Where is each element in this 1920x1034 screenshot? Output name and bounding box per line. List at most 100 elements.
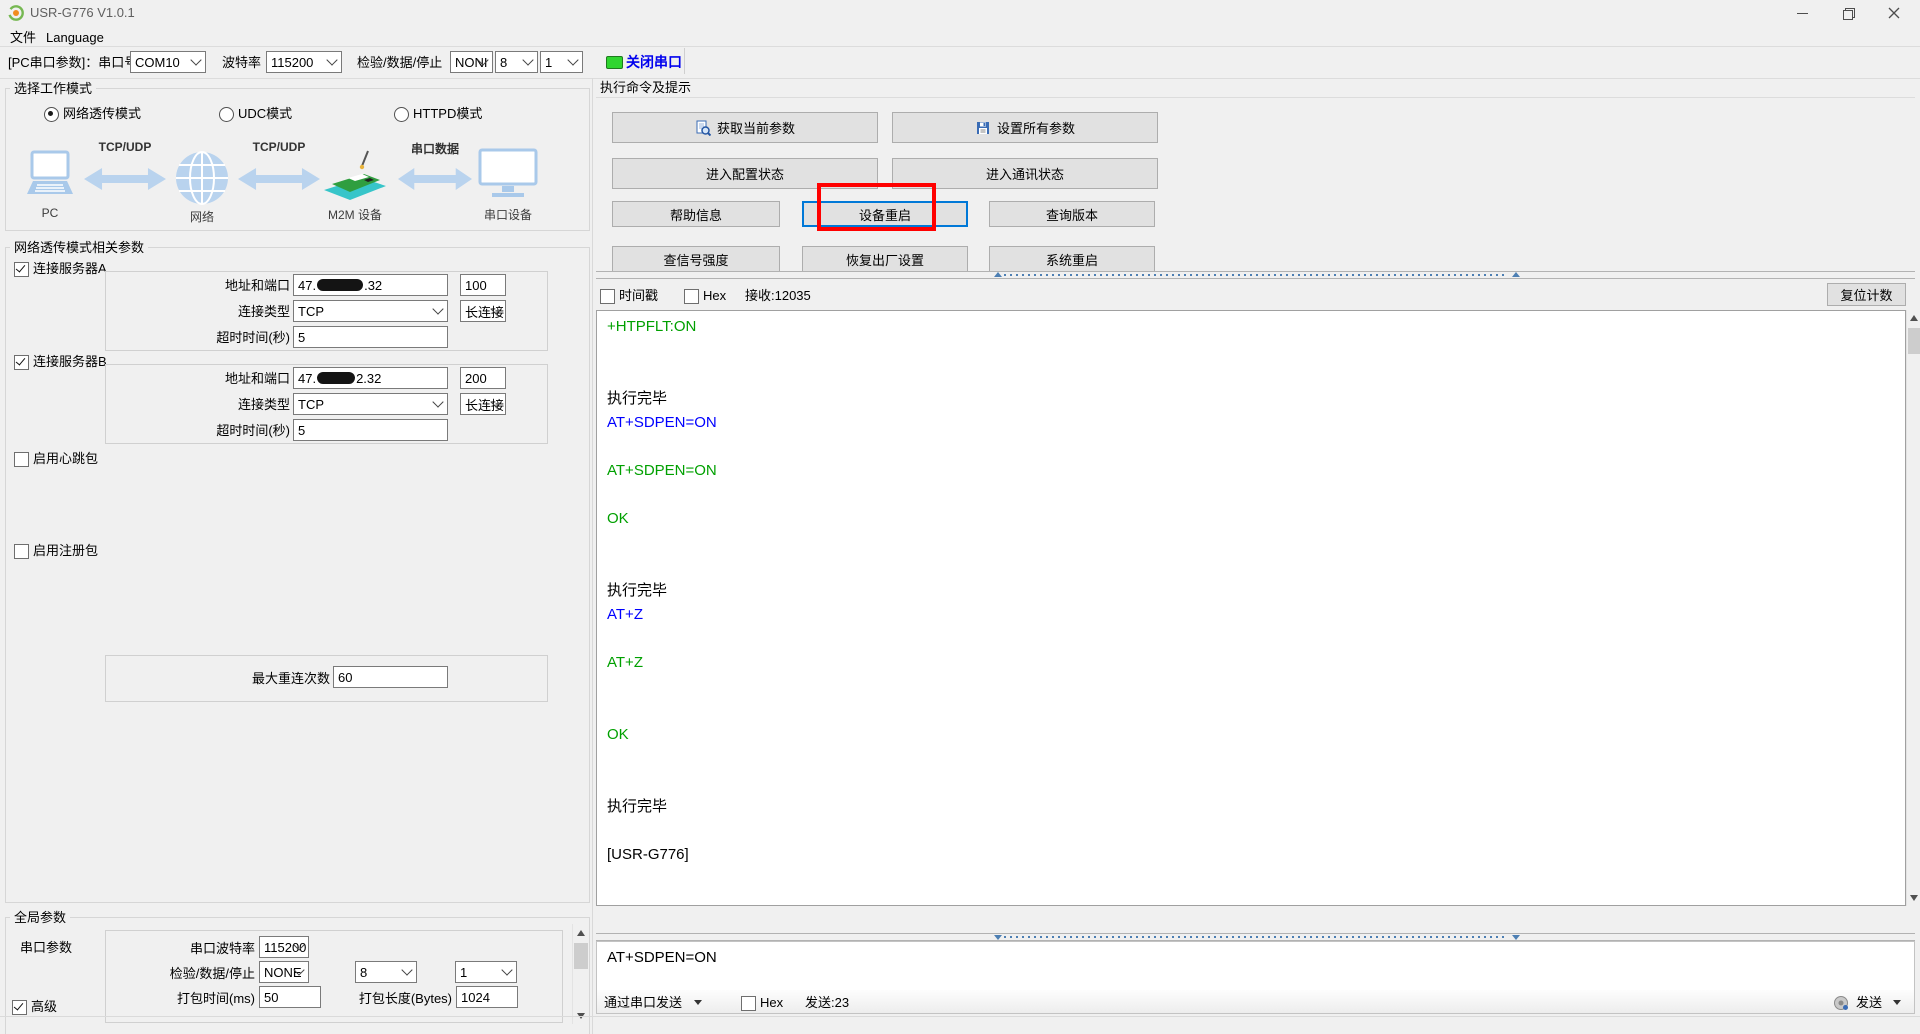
left-scrollbar[interactable] [572,924,589,1024]
server-a-port-input[interactable]: 100 [460,274,506,296]
heartbeat-label[interactable]: 启用心跳包 [33,451,98,467]
send-button[interactable]: 发送 [1856,995,1882,1011]
register-label[interactable]: 启用注册包 [33,543,98,559]
server-b-type-select[interactable]: TCP [293,393,448,415]
menu-language[interactable]: Language [46,30,104,46]
server-a-label[interactable]: 连接服务器A [33,261,107,277]
transparent-mode-label[interactable]: 网络透传模式 [63,106,141,122]
help-button[interactable]: 帮助信息 [612,201,780,227]
server-a-checkbox[interactable] [14,262,29,277]
query-signal-button[interactable]: 查信号强度 [612,246,780,272]
radio-udc-mode[interactable] [219,107,234,122]
packlen-input[interactable]: 1024 [456,986,518,1008]
send-via-dropdown[interactable]: 通过串口发送 [604,995,682,1011]
log-line [607,771,1901,795]
global-params-title: 全局参数 [10,910,70,926]
global-stopbits-select[interactable]: 1 [455,961,517,983]
radio-transparent-mode[interactable] [44,107,59,122]
server-a-type-select[interactable]: TCP [293,300,448,322]
splitter-collapse-icon[interactable] [994,272,1002,277]
arrow-down-icon [1910,895,1918,901]
sent-count: 发送:23 [805,995,849,1011]
scroll-up-button[interactable] [1907,310,1920,326]
query-version-button[interactable]: 查询版本 [989,201,1155,227]
server-a-type-label: 连接类型 [160,304,290,320]
register-checkbox[interactable] [14,544,29,559]
databits-select[interactable]: 8 [495,51,538,73]
log-line: 执行完毕 [607,579,1901,603]
log-line: +HTPFLT:ON [607,315,1901,339]
splitter-collapse-icon[interactable] [1512,272,1520,277]
get-params-button[interactable]: 获取当前参数 [612,112,878,143]
splitter-collapse-icon[interactable] [994,935,1002,940]
log-line [607,819,1901,843]
packtime-input[interactable]: 50 [259,986,321,1008]
baud-select[interactable]: 115200 [266,51,342,73]
global-baud-select[interactable]: 115200 [259,936,309,958]
minimize-button[interactable] [1779,0,1825,26]
scrollbar-thumb[interactable] [574,943,588,969]
server-a-keep-select[interactable]: 长连接 [460,300,506,322]
splitter-handle[interactable] [1004,274,1508,276]
reconnect-input[interactable]: 60 [333,666,448,688]
splitter-collapse-icon[interactable] [1512,935,1520,940]
parity-select[interactable]: NONI [450,51,493,73]
packtime-label: 打包时间(ms) [155,991,255,1007]
udc-mode-label[interactable]: UDC模式 [238,106,292,122]
system-restart-button[interactable]: 系统重启 [989,246,1155,272]
server-b-port-input[interactable]: 200 [460,367,506,389]
receive-log[interactable]: +HTPFLT:ON执行完毕AT+SDPEN=ONAT+SDPEN=ONOK执行… [596,310,1906,906]
close-serial-button[interactable]: 关闭串口 [626,54,682,70]
server-b-keep-select[interactable]: 长连接 [460,393,506,415]
heartbeat-checkbox[interactable] [14,452,29,467]
node-serial-label: 串口设备 [478,206,538,223]
close-button[interactable] [1871,0,1917,26]
stopbits-select[interactable]: 1 [540,51,583,73]
log-line: OK [607,507,1901,531]
node-m2m-label: M2M 设备 [318,206,392,223]
recv-hex-label[interactable]: Hex [703,288,726,304]
chevron-down-icon[interactable] [1893,1000,1901,1005]
log-line [607,531,1901,555]
server-a-addr-input[interactable]: 47..32 [293,274,448,296]
httpd-mode-label[interactable]: HTTPD模式 [413,106,482,122]
advanced-label[interactable]: 高级 [31,999,57,1015]
log-line [607,435,1901,459]
recv-hex-checkbox[interactable] [684,289,699,304]
restore-button[interactable] [1825,0,1871,26]
server-b-addr-input[interactable]: 47.2.32 [293,367,448,389]
splitter-handle[interactable] [1004,936,1508,938]
packlen-label: 打包长度(Bytes) [350,991,452,1007]
log-line: 执行完毕 [607,795,1901,819]
log-line: 执行完毕 [607,387,1901,411]
log-line [607,339,1901,363]
bottom-splitter[interactable] [596,933,1915,941]
global-databits-select[interactable]: 8 [355,961,417,983]
server-b-label[interactable]: 连接服务器B [33,354,107,370]
toolbar-bottom-line [0,78,1920,79]
server-b-timeout-input[interactable]: 5 [293,419,448,441]
timestamp-checkbox[interactable] [600,289,615,304]
reset-count-button[interactable]: 复位计数 [1827,283,1906,306]
server-b-checkbox[interactable] [14,355,29,370]
advanced-checkbox[interactable] [12,1000,27,1015]
server-a-timeout-input[interactable]: 5 [293,326,448,348]
chevron-down-icon[interactable] [694,1000,702,1005]
scrollbar-thumb[interactable] [1908,328,1920,354]
log-scrollbar[interactable] [1906,310,1920,906]
scroll-up-button[interactable] [573,924,589,941]
send-hex-label[interactable]: Hex [760,995,783,1011]
timestamp-label[interactable]: 时间戳 [619,288,658,304]
factory-reset-button[interactable]: 恢复出厂设置 [802,246,968,272]
set-params-button[interactable]: 设置所有参数 [892,112,1158,143]
radio-httpd-mode[interactable] [394,107,409,122]
global-parity-select[interactable]: NONE [259,961,309,983]
com-port-select[interactable]: COM10 [130,51,206,73]
top-splitter[interactable] [596,271,1915,279]
menu-file[interactable]: 文件 [10,30,36,46]
send-text[interactable]: AT+SDPEN=ON [607,949,717,966]
pc-serial-label: [PC串口参数]：串口号 [8,55,137,71]
scroll-down-button[interactable] [1907,890,1920,906]
addr-suffix: .32 [364,278,382,293]
send-hex-checkbox[interactable] [741,996,756,1011]
